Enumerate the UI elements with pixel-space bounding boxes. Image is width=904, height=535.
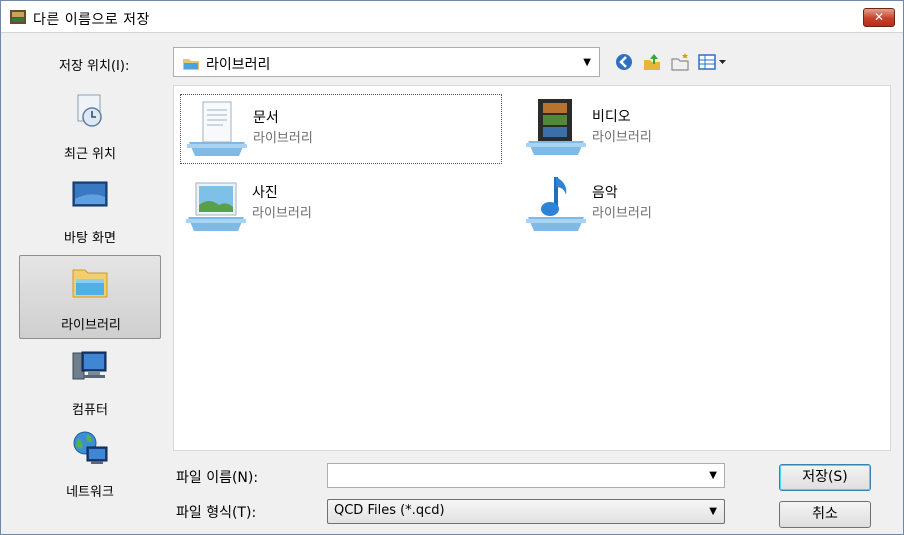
library-name: 비디오 [592,109,631,125]
app-icon [10,10,26,24]
back-icon[interactable] [613,51,635,73]
place-label: 바탕 화면 [64,231,116,246]
library-type: 라이브러리 [592,206,652,221]
save-location-label: 저장 위치(I): [59,59,130,74]
window-title: 다른 이름으로 저장 [33,12,150,28]
library-name: 사진 [252,185,278,201]
place-label: 최근 위치 [64,147,116,162]
save-location-combo[interactable]: 라이브러리 ▼ [173,47,600,77]
place-label: 컴퓨터 [72,403,108,418]
music-library-icon [526,177,586,231]
documents-library-icon [187,101,247,156]
filetype-select[interactable]: QCD Files (*.qcd) ▼ [327,499,725,524]
cancel-button[interactable]: 취소 [779,501,871,528]
place-desktop[interactable]: 바탕 화면 [19,169,161,253]
computer-icon [72,351,107,380]
pictures-library-icon [186,182,246,231]
place-computer[interactable]: 컴퓨터 [19,341,161,425]
library-type: 라이브러리 [592,130,652,145]
list-item-pictures[interactable]: 사진 라이브러리 [180,170,502,240]
place-label: 라이브러리 [61,318,121,333]
filetype-label: 파일 형식(T): [176,505,257,521]
save-location-value: 라이브러리 [206,57,271,73]
close-icon: ✕ [873,10,885,24]
network-icon [73,431,108,464]
library-type: 라이브러리 [252,206,312,221]
save-as-dialog: 다른 이름으로 저장 ✕ 저장 위치(I): 라이브러리 ▼ 최근 위치 바탕 … [0,0,904,535]
chevron-down-icon[interactable]: ▼ [709,470,717,481]
videos-library-icon [526,99,586,155]
library-folder-icon [183,59,199,70]
recent-places-icon [77,94,102,127]
chevron-down-icon[interactable]: ▼ [709,506,717,517]
title-bar[interactable]: 다른 이름으로 저장 ✕ [1,1,903,33]
close-button[interactable]: ✕ [863,8,895,27]
library-type: 라이브러리 [253,131,313,146]
filename-label: 파일 이름(N): [176,470,259,486]
list-item-videos[interactable]: 비디오 라이브러리 [520,94,842,164]
filename-input[interactable]: ▼ [327,463,725,488]
library-name: 음악 [592,185,618,201]
place-libraries[interactable]: 라이브러리 [19,255,161,339]
chevron-down-icon[interactable]: ▼ [583,57,591,68]
libraries-icon [72,269,108,298]
file-list[interactable]: 문서 라이브러리 비디오 라이브러리 사진 라이브러리 음악 라이브러리 [173,85,891,451]
list-item-music[interactable]: 음악 라이브러리 [520,170,842,240]
save-button[interactable]: 저장(S) [779,464,871,491]
desktop-icon [72,181,108,207]
new-folder-icon[interactable] [669,51,691,73]
up-folder-icon[interactable] [641,51,663,73]
library-name: 문서 [253,110,279,126]
place-network[interactable]: 네트워크 [19,423,161,507]
place-recent[interactable]: 최근 위치 [19,85,161,169]
filetype-value: QCD Files (*.qcd) [334,503,445,518]
place-label: 네트워크 [66,485,114,500]
list-item-documents[interactable]: 문서 라이브러리 [180,94,502,164]
views-menu-icon[interactable] [697,51,733,73]
places-bar: 최근 위치 바탕 화면 라이브러리 컴퓨터 네트워크 [19,85,162,503]
